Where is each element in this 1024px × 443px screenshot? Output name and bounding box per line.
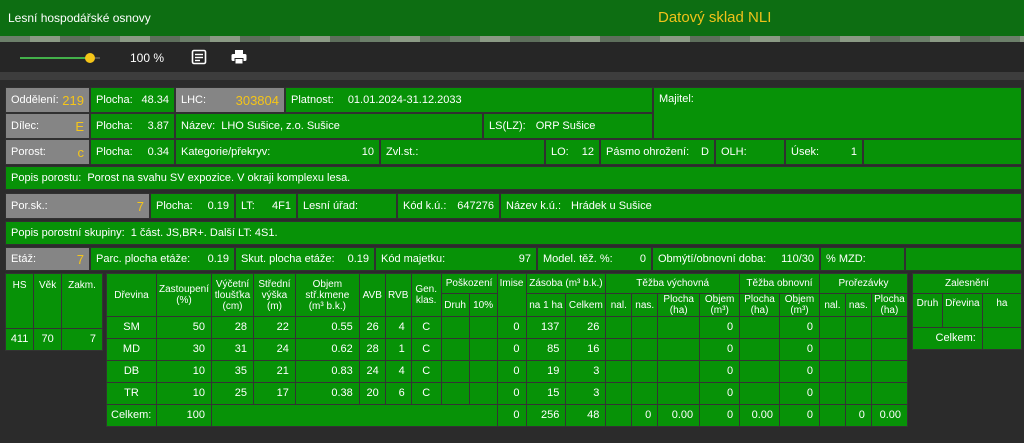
por-sk-cell: Por.sk.: 7 — [5, 193, 150, 219]
olh-cell: OLH: — [715, 139, 785, 165]
to-plocha-header: Plocha (ha) — [739, 293, 781, 317]
na1ha-header: na 1 ha — [525, 293, 567, 317]
objem-kmene-header: Objem stř.kmene (m³ b.k.) — [294, 273, 360, 317]
zakm-value: 7 — [60, 328, 104, 351]
prorezavky-header: Prořezávky — [818, 273, 909, 294]
map-strip-bottom — [0, 72, 1024, 80]
tv-nas-header: nas. — [631, 293, 659, 317]
lesni-urad-cell: Lesní úřad: — [297, 193, 397, 219]
avb-header: AVB — [358, 273, 386, 317]
pct10-header: 10% — [468, 293, 498, 317]
lt-cell: LT: 4F1 — [235, 193, 297, 219]
brand-title[interactable]: Datový sklad NLI — [658, 9, 771, 26]
platnost-cell: Platnost: 01.01.2024-31.12.2033 — [285, 87, 653, 113]
app-title: Lesní hospodářské osnovy — [8, 11, 151, 25]
plocha-porsk-cell: Plocha: 0.19 — [150, 193, 235, 219]
zoom-slider[interactable] — [20, 53, 100, 63]
tezba-obnovni-header: Těžba obnovní — [739, 273, 820, 294]
pr-nas-header: nas. — [844, 293, 872, 317]
tv-plocha-header: Plocha (ha) — [657, 293, 701, 317]
row-drevina: SM — [106, 316, 157, 339]
popis-porostu-cell: Popis porostu: Porost na svahu SV expozic… — [5, 166, 1022, 190]
model-tez-cell: Model. těž. %: 0 — [537, 247, 652, 271]
app-header: Lesní hospodářské osnovy Datový sklad NL… — [0, 0, 1024, 36]
hs-value: 411 — [4, 328, 35, 351]
zakm-header: Zakm. — [60, 273, 104, 329]
ls-cell: LS(LZ): ORP Sušice — [483, 113, 653, 139]
obmyti-cell: Obmýtí/obnovní doba: 110/30 — [652, 247, 820, 271]
hs-header: HS — [4, 273, 35, 329]
vycetni-header: Výčetní tloušťka (cm) — [211, 273, 254, 317]
pr-plocha-header: Plocha (ha) — [870, 293, 909, 317]
zal-ha-header: ha — [981, 293, 1023, 328]
zal-druh-header: Druh — [912, 293, 943, 328]
table-row: TR 10 25 17 0.38 20 6 C 0 15 3 0 0 — [106, 382, 909, 405]
zasoba-header: Zásoba (m³ b.k.) — [525, 273, 607, 294]
plocha-oddeleni-cell: Plocha: 48.34 — [90, 87, 175, 113]
zal-drevina-header: Dřevina — [941, 293, 983, 328]
zasoba-celkem-header: Celkem — [565, 293, 607, 317]
table-row: DB 10 35 21 0.83 24 4 C 0 19 3 0 0 — [106, 360, 909, 383]
toolbar: 100 % — [0, 42, 1024, 72]
zastoupeni-header: Zastoupení (%) — [155, 273, 213, 317]
to-objem-header: Objem (m³) — [779, 293, 820, 317]
oddeleni-cell: Oddělení: 219 — [5, 87, 90, 113]
kod-ku-cell: Kód k.ú.: 647276 — [397, 193, 500, 219]
pasmo-cell: Pásmo ohrožení: D — [600, 139, 715, 165]
nazev-cell: Název: LHO Sušice, z.o. Sušice — [175, 113, 483, 139]
empty-cell-r7 — [905, 247, 1022, 271]
pr-nal-header: nal. — [818, 293, 846, 317]
usek-cell: Úsek: 1 — [785, 139, 863, 165]
porost-cell: Porost: c — [5, 139, 90, 165]
tv-nal-header: nal. — [605, 293, 633, 317]
poskozeni-header: Poškození — [440, 273, 498, 294]
totals-label: Celkem: — [106, 404, 157, 427]
imise-header: Imise — [496, 273, 527, 317]
kategorie-cell: Kategorie/překryv: 10 — [175, 139, 380, 165]
notes-icon[interactable] — [190, 48, 208, 66]
rvb-header: RVB — [384, 273, 412, 317]
row-drevina: TR — [106, 382, 157, 405]
dilec-cell: Dílec: E — [5, 113, 90, 139]
print-icon[interactable] — [230, 48, 248, 66]
majitel-cell: Majitel: — [653, 87, 1022, 139]
empty-cell-r3 — [863, 139, 1022, 165]
skut-plocha-cell: Skut. plocha etáže: 0.19 — [235, 247, 375, 271]
zoom-slider-thumb[interactable] — [84, 53, 95, 63]
mzd-cell: % MZD: — [820, 247, 905, 271]
table-row: SM 50 28 22 0.55 26 4 C 0 137 26 0 0 — [106, 316, 909, 339]
stredni-vyska-header: Střední výška (m) — [252, 273, 296, 317]
totals-row: Celkem: 100 0 256 48 0 0.00 0 0.00 0 0 0… — [106, 404, 909, 427]
zoom-level: 100 % — [130, 51, 165, 65]
plocha-porost-cell: Plocha: 0.34 — [90, 139, 175, 165]
row-drevina: MD — [106, 338, 157, 361]
zalesneni-table: Zalesnění Druh Dřevina ha Celkem: — [912, 273, 1023, 350]
drevina-header: Dřevina — [106, 273, 157, 317]
zvl-st-cell: Zvl.st.: — [380, 139, 545, 165]
gen-klas-header: Gen. klas. — [410, 273, 442, 317]
vek-value: 70 — [33, 328, 62, 351]
druh-header: Druh — [440, 293, 470, 317]
popis-skupiny-cell: Popis porostní skupiny: 1 část. JS,BR+. D… — [5, 221, 1022, 245]
table-row: MD 30 31 24 0.62 28 1 C 0 85 16 0 0 — [106, 338, 909, 361]
kod-majetku-cell: Kód majetku: 97 — [375, 247, 537, 271]
parc-plocha-cell: Parc. plocha etáže: 0.19 — [90, 247, 235, 271]
hs-table: HS Věk Zakm. 411 70 7 — [4, 273, 104, 351]
zal-total-label: Celkem: — [912, 327, 983, 350]
species-table: Dřevina Zastoupení (%) Výčetní tloušťka … — [106, 273, 909, 427]
lhc-cell: LHC: 303804 — [175, 87, 285, 113]
tv-objem-header: Objem (m³) — [699, 293, 741, 317]
etaz-cell: Etáž: 7 — [5, 247, 90, 271]
nazev-ku-cell: Název k.ú.: Hrádek u Sušice — [500, 193, 1022, 219]
zalesneni-title: Zalesnění — [912, 273, 1022, 294]
row-drevina: DB — [106, 360, 157, 383]
plocha-dilec-cell: Plocha: 3.87 — [90, 113, 175, 139]
lo-cell: LO: 12 — [545, 139, 600, 165]
zoom-slider-fill — [20, 57, 90, 59]
tezba-vychovna-header: Těžba výchovná — [605, 273, 741, 294]
vek-header: Věk — [33, 273, 62, 329]
